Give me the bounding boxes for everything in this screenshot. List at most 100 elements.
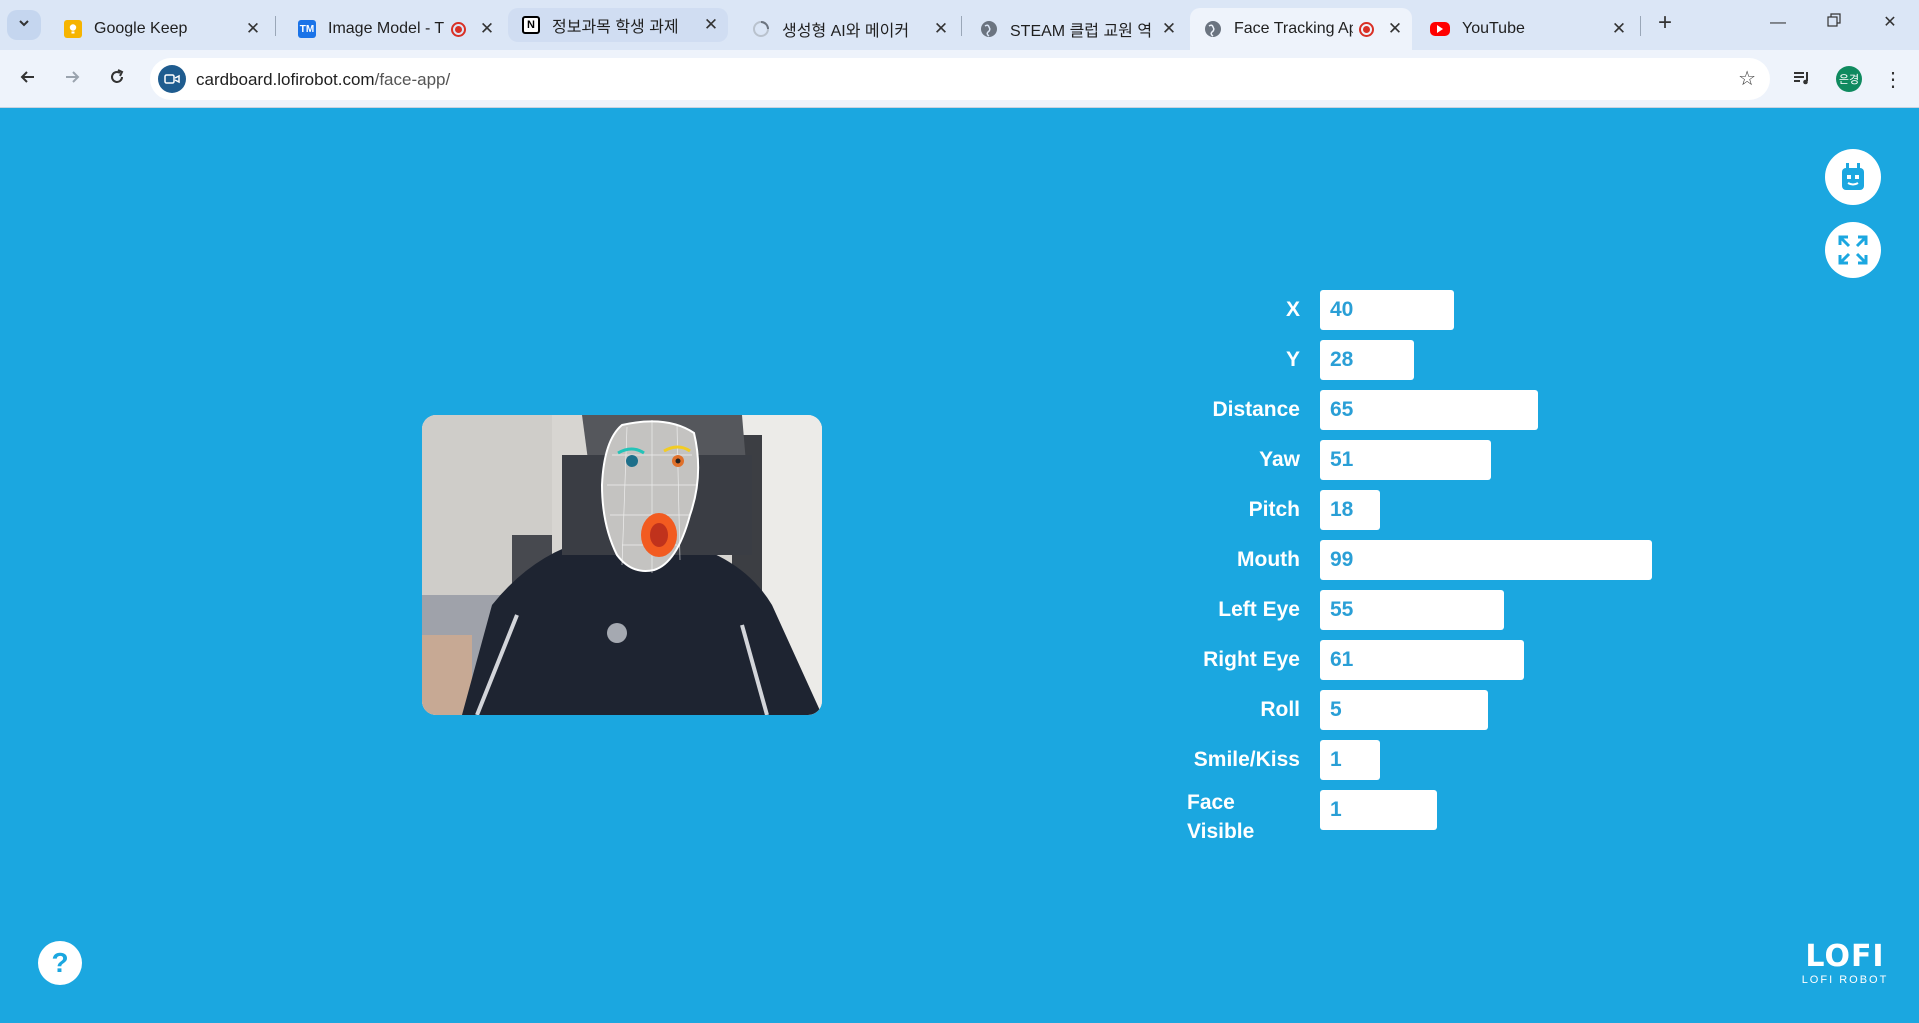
- stat-value: 99: [1330, 548, 1354, 571]
- stat-label: X: [1285, 298, 1300, 321]
- robot-icon: [1842, 163, 1864, 190]
- new-tab-button[interactable]: +: [1650, 8, 1680, 38]
- close-window-button[interactable]: ✕: [1870, 8, 1910, 38]
- tab-student-assignment[interactable]: N 정보과목 학생 과제 ✕: [508, 8, 728, 42]
- stat-bar: 5: [1320, 690, 1488, 730]
- menu-button[interactable]: ⋮: [1877, 64, 1909, 96]
- reload-button[interactable]: [101, 64, 133, 96]
- stat-row-y: Y 28: [1140, 340, 1740, 380]
- profile-avatar[interactable]: 은경: [1836, 66, 1862, 92]
- stat-row-roll: Roll 5: [1140, 690, 1740, 730]
- stat-row-left-eye: Left Eye 55: [1140, 590, 1740, 630]
- minimize-button[interactable]: —: [1758, 8, 1798, 38]
- stat-value: 18: [1330, 498, 1354, 521]
- stat-label: Distance: [1212, 398, 1300, 421]
- close-tab-icon[interactable]: ✕: [1608, 19, 1630, 39]
- media-queue-icon: [1794, 72, 1808, 85]
- stat-label: Smile/Kiss: [1193, 748, 1300, 771]
- close-tab-icon[interactable]: ✕: [1158, 19, 1180, 39]
- fullscreen-button[interactable]: [1825, 222, 1881, 278]
- stat-row-smile-kiss: Smile/Kiss 1: [1140, 740, 1740, 780]
- stat-bar: 99: [1320, 540, 1652, 580]
- stat-bar: 51: [1320, 440, 1491, 480]
- logo-mark: LOFI: [1805, 939, 1885, 974]
- close-tab-icon[interactable]: ✕: [476, 19, 498, 39]
- webcam-preview: [422, 415, 822, 715]
- restore-button[interactable]: [1814, 8, 1854, 38]
- bookmark-star-icon[interactable]: ☆: [1738, 66, 1756, 91]
- stat-value: 5: [1330, 698, 1342, 721]
- tab-title: Face Tracking Ap: [1234, 20, 1353, 37]
- close-tab-icon[interactable]: ✕: [700, 15, 722, 35]
- stat-bar: 40: [1320, 290, 1454, 330]
- globe-icon: [1204, 20, 1222, 38]
- stat-value: 40: [1330, 298, 1354, 321]
- stat-label: Pitch: [1248, 498, 1300, 521]
- teachable-machine-icon: TM: [298, 20, 316, 38]
- stat-bar: 18: [1320, 490, 1380, 530]
- logo-text: LOFI ROBOT: [1801, 974, 1889, 986]
- stat-bar: 1: [1320, 790, 1437, 830]
- stat-bar: 61: [1320, 640, 1524, 680]
- stat-value: 1: [1330, 798, 1342, 821]
- google-keep-icon: [64, 20, 82, 38]
- close-tab-icon[interactable]: ✕: [1384, 19, 1406, 39]
- stat-label: Face Visible: [1187, 791, 1255, 843]
- forward-arrow-icon: [66, 71, 80, 83]
- media-controls-button[interactable]: [1786, 64, 1818, 96]
- stat-label: Roll: [1260, 698, 1300, 721]
- back-button[interactable]: [12, 64, 44, 96]
- robot-connect-button[interactable]: [1825, 149, 1881, 205]
- back-arrow-icon: [20, 71, 34, 83]
- stat-label: Right Eye: [1203, 648, 1300, 671]
- tab-title: 생성형 AI와 메이커: [782, 23, 910, 40]
- tab-steam-club[interactable]: STEAM 클럽 교원 역 ✕: [966, 8, 1186, 50]
- stat-row-distance: Distance 65: [1140, 390, 1740, 430]
- tab-strip: Google Keep ✕ TM Image Model - T ✕ N 정보과…: [0, 0, 1919, 50]
- stat-value: 28: [1330, 348, 1354, 371]
- tab-title: 정보과목 학생 과제: [552, 19, 679, 36]
- stat-value: 51: [1330, 448, 1354, 471]
- stat-label: Y: [1285, 348, 1300, 371]
- youtube-icon: [1430, 22, 1450, 36]
- tab-title: YouTube: [1462, 20, 1525, 37]
- tab-title: Google Keep: [94, 20, 188, 37]
- tab-youtube[interactable]: YouTube ✕: [1416, 8, 1636, 50]
- stat-value: 61: [1330, 648, 1354, 671]
- chevron-down-icon: [17, 16, 31, 35]
- stat-row-yaw: Yaw 51: [1140, 440, 1740, 480]
- url-domain: cardboard.lofirobot.com: [196, 70, 375, 89]
- tab-face-tracking[interactable]: Face Tracking Ap ✕: [1190, 8, 1412, 50]
- stat-label: Left Eye: [1218, 598, 1300, 621]
- recording-icon: [451, 21, 466, 37]
- stat-bar: 28: [1320, 340, 1414, 380]
- stat-bar: 1: [1320, 740, 1380, 780]
- close-tab-icon[interactable]: ✕: [930, 19, 952, 39]
- tab-image-model[interactable]: TM Image Model - T ✕: [284, 8, 504, 50]
- stat-label: Yaw: [1259, 448, 1300, 471]
- face-app-page: X 40 Y 28 Distance 65 Yaw 51 Pitch 18 Mo…: [0, 109, 1919, 1023]
- forward-button[interactable]: [56, 64, 88, 96]
- tab-search-button[interactable]: [7, 10, 41, 40]
- notion-icon: N: [522, 16, 540, 34]
- stat-row-pitch: Pitch 18: [1140, 490, 1740, 530]
- stat-bar: 65: [1320, 390, 1538, 430]
- stat-bar: 55: [1320, 590, 1504, 630]
- address-bar[interactable]: cardboard.lofirobot.com/face-app/ ☆: [150, 58, 1770, 100]
- stat-value: 55: [1330, 598, 1354, 621]
- url-text: cardboard.lofirobot.com/face-app/: [196, 70, 450, 90]
- stat-value: 65: [1330, 398, 1354, 421]
- tab-google-keep[interactable]: Google Keep ✕: [50, 8, 270, 50]
- camera-permission-icon[interactable]: [158, 65, 186, 93]
- tab-generative-ai[interactable]: 생성형 AI와 메이커 ✕: [738, 8, 958, 50]
- recording-icon: [1359, 21, 1374, 37]
- tab-title: STEAM 클럽 교원 역: [1010, 23, 1153, 40]
- stat-row-face-visible: Face Visible 1: [1140, 790, 1740, 843]
- globe-icon: [980, 20, 998, 38]
- reload-icon: [111, 69, 124, 83]
- restore-icon: [1827, 13, 1841, 27]
- expand-icon: [1838, 235, 1868, 265]
- help-button[interactable]: ?: [38, 941, 82, 985]
- close-tab-icon[interactable]: ✕: [242, 19, 264, 39]
- stat-label: Mouth: [1237, 548, 1300, 571]
